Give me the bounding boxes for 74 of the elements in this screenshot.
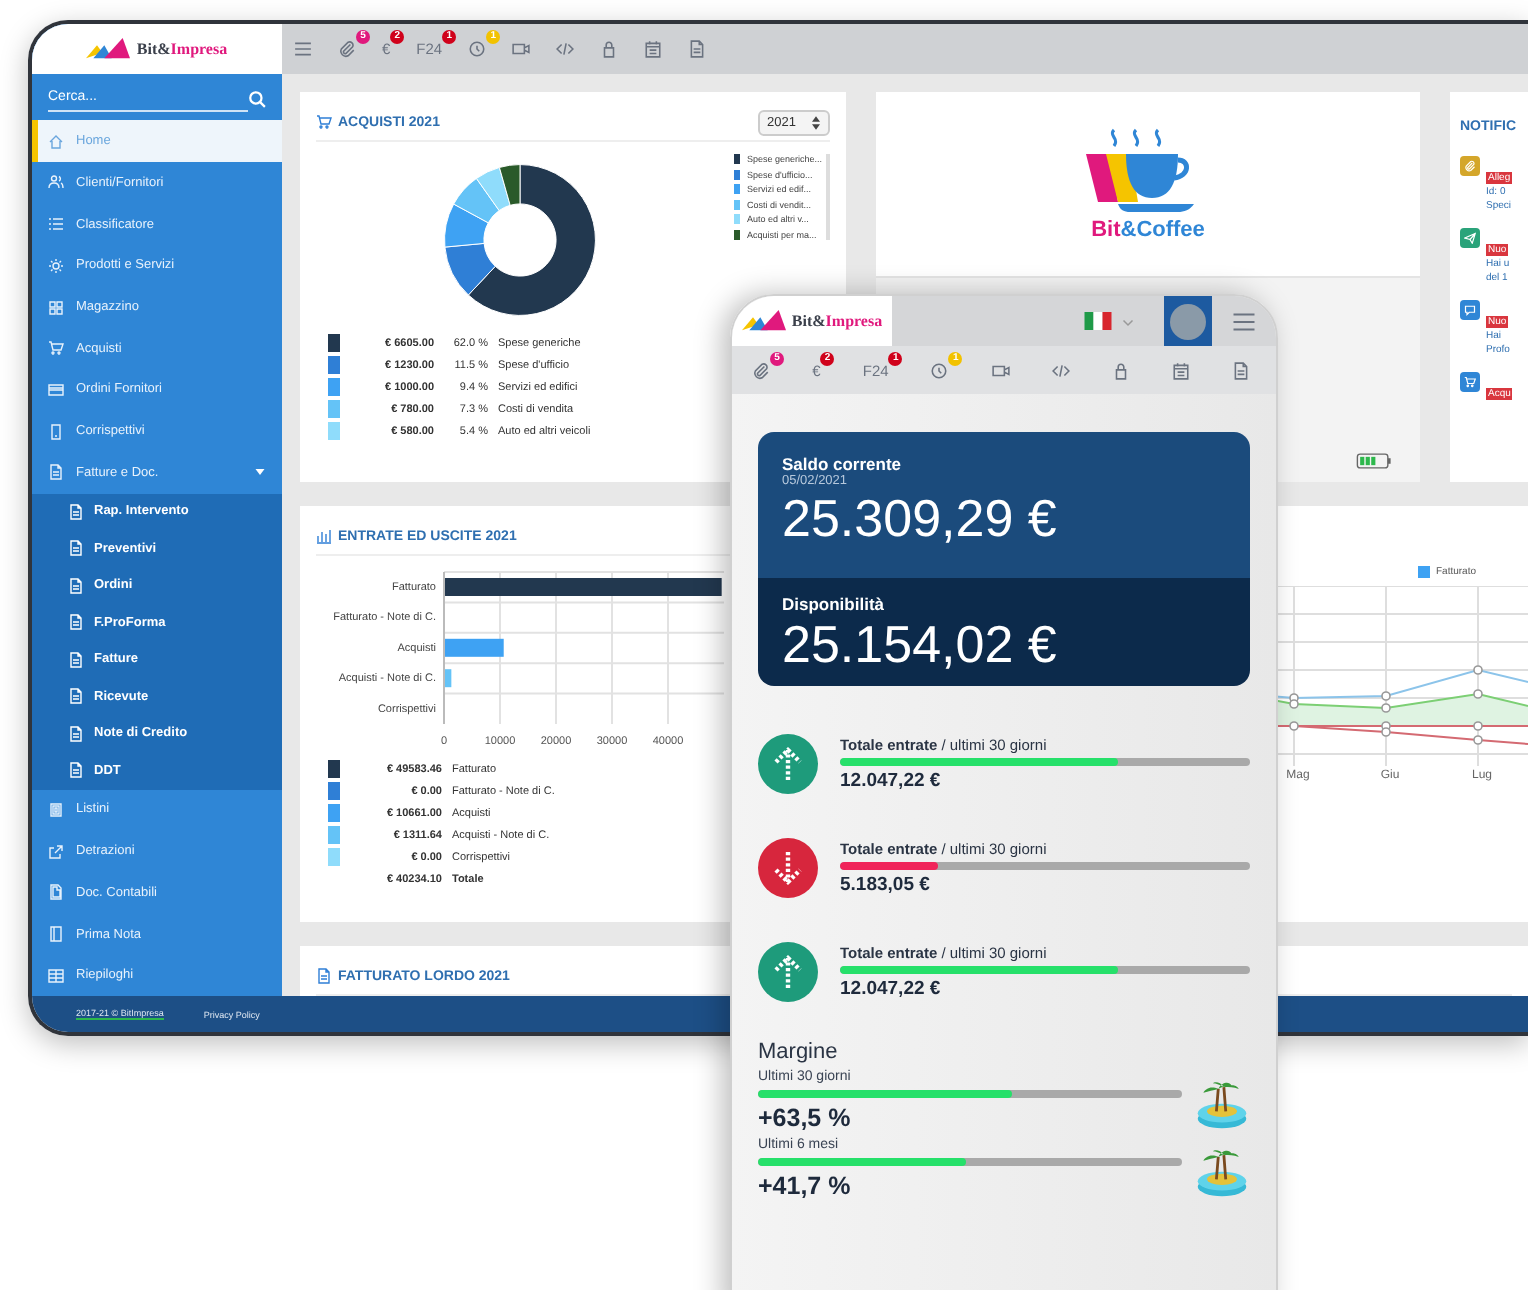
gear-icon (48, 257, 64, 274)
chart-bar (444, 638, 504, 657)
sort-arrows-icon[interactable] (812, 115, 820, 129)
document-icon (316, 968, 332, 984)
chart-point (1473, 721, 1483, 731)
avatar[interactable] (1164, 296, 1212, 346)
amount-text: 12.047,22 € (840, 978, 943, 1000)
brand-name: Bit&Impresa (791, 312, 883, 330)
document-icon[interactable] (688, 40, 707, 58)
document-icon (68, 614, 84, 631)
document-icon (68, 540, 84, 557)
amount-text: 12.047,22 € (840, 770, 943, 792)
arrow-down-icon (758, 838, 818, 898)
logo-icon (86, 35, 131, 62)
document-icon (68, 651, 84, 668)
card-icon (48, 381, 64, 398)
available-amount: 25.154,02 € (782, 614, 1059, 674)
chart-bar (444, 669, 452, 688)
balance-amount: 25.309,29 € (782, 488, 1059, 548)
list-icon (48, 216, 64, 233)
document-icon (68, 688, 84, 705)
margin-value: +41,7 % (758, 1172, 853, 1200)
notebook-icon (48, 926, 64, 942)
menu-icon[interactable] (1232, 309, 1256, 333)
chevron-icon[interactable] (1122, 315, 1134, 327)
video-camera-icon[interactable] (991, 361, 1010, 379)
lock-icon[interactable] (600, 40, 619, 58)
people-icon (48, 174, 64, 191)
arrow-up-icon (758, 942, 818, 1002)
calendar-icon[interactable] (644, 40, 663, 58)
chart-point (1473, 735, 1483, 745)
search-icon[interactable] (248, 89, 266, 108)
paperclip-icon[interactable] (752, 361, 770, 379)
lock-icon[interactable] (1111, 361, 1130, 379)
legend-swatch (1417, 566, 1430, 578)
battery-icon (1356, 452, 1392, 470)
clock-icon[interactable] (468, 40, 487, 58)
video-camera-icon[interactable] (512, 40, 531, 58)
menu-icon[interactable] (294, 40, 312, 58)
code-icon[interactable] (556, 40, 575, 58)
file-icon (48, 884, 64, 901)
brand-name: Bit&Impresa (136, 39, 228, 58)
calendar-icon[interactable] (1171, 361, 1190, 379)
table-icon (48, 967, 64, 984)
caret-icon[interactable] (254, 466, 266, 479)
document-icon (68, 725, 84, 742)
chart-point (1289, 721, 1299, 731)
section-title: Margine (758, 1040, 840, 1064)
chart-point (1473, 689, 1483, 699)
house-icon (48, 133, 64, 150)
document-icon (68, 503, 84, 520)
cart-icon (316, 114, 332, 130)
code-icon[interactable] (1051, 361, 1070, 379)
bar-chart-icon (316, 528, 332, 544)
document-icon[interactable] (1231, 361, 1250, 379)
grid-icon (48, 299, 64, 315)
brand-name: Bit&Coffee (1091, 218, 1205, 242)
amount-text: 5.183,05 € (840, 874, 932, 896)
clock-icon[interactable] (930, 361, 949, 379)
card-title: Saldo corrente (782, 454, 904, 474)
logo-icon (741, 308, 786, 334)
cart-icon (48, 340, 64, 357)
flag-icon[interactable] (1084, 312, 1112, 330)
book-icon (48, 801, 64, 818)
card-title: Disponibilità (782, 594, 886, 614)
arrow-up-icon (758, 734, 818, 794)
export-icon (48, 843, 64, 860)
document-icon (48, 464, 64, 481)
document-icon (68, 762, 84, 779)
paperclip-icon[interactable] (338, 40, 356, 58)
chart-point (1473, 665, 1483, 675)
margin-value: +63,5 % (758, 1104, 853, 1132)
document-icon (68, 577, 84, 594)
phone-icon (48, 423, 64, 440)
